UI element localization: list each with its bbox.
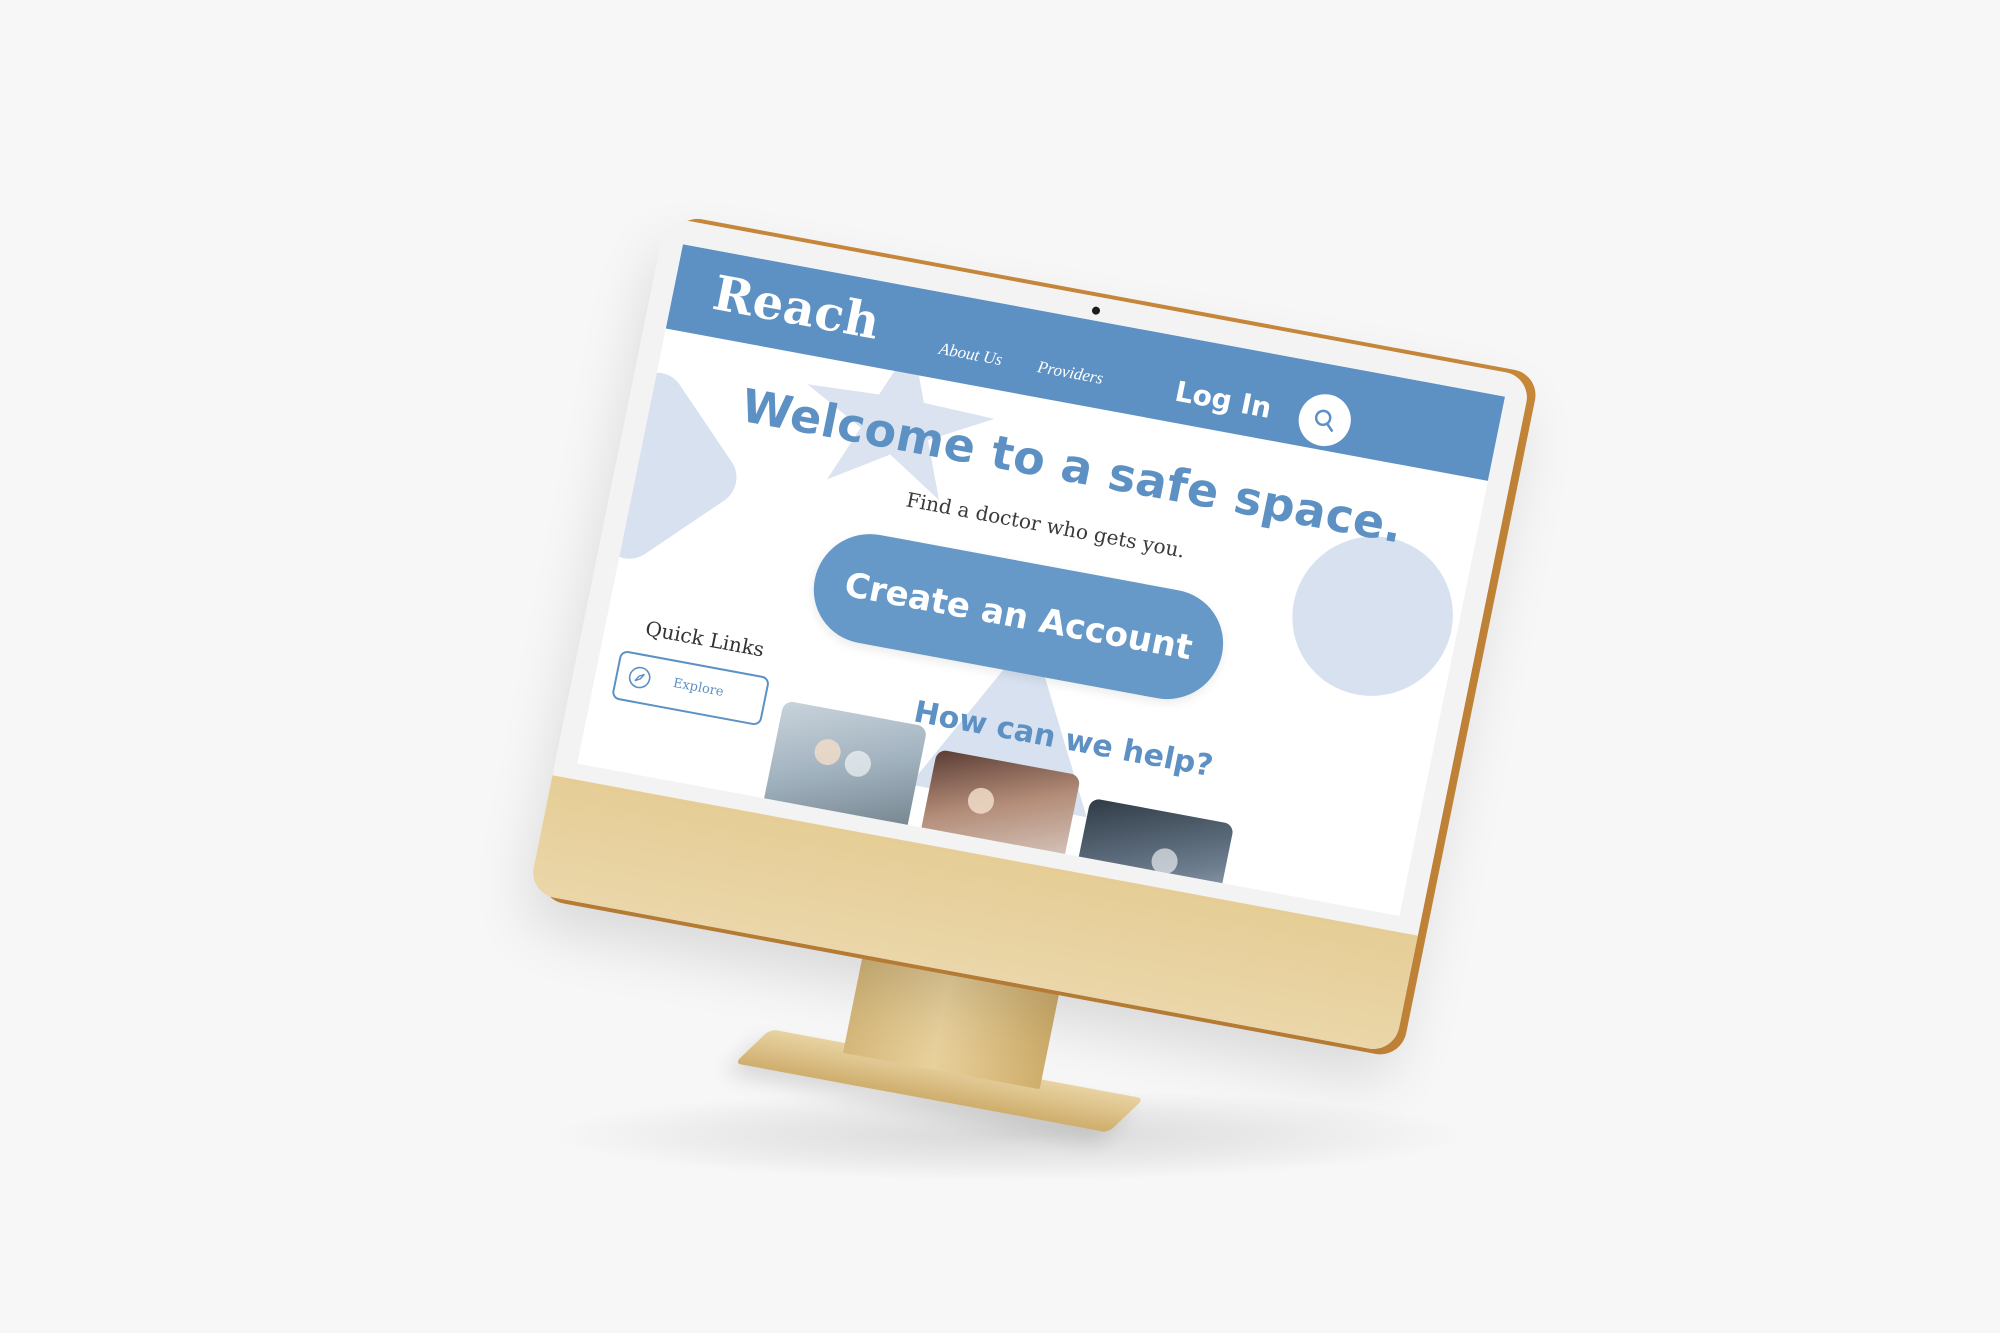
decor-circle-shape [1278, 523, 1468, 710]
search-button[interactable] [1293, 389, 1356, 451]
photo-person [842, 748, 874, 779]
monitor-body: Reach About Us Providers Log In Welcome … [528, 216, 1532, 1054]
photo-person [812, 736, 843, 768]
search-icon [1314, 409, 1334, 432]
quick-link-label: Explore [671, 675, 725, 700]
quick-link-explore[interactable]: Explore [610, 649, 771, 727]
photo-person [965, 785, 997, 816]
monitor: Reach About Us Providers Log In Welcome … [528, 214, 1541, 1133]
nav-about-link[interactable]: About Us [937, 339, 1003, 370]
compass-icon [628, 666, 651, 689]
quick-links-title: Quick Links [643, 616, 767, 662]
login-button[interactable]: Log In [1172, 375, 1274, 425]
nav-providers-link[interactable]: Providers [1036, 357, 1105, 389]
site-logo[interactable]: Reach [708, 265, 885, 351]
mockup-scene: Reach About Us Providers Log In Welcome … [0, 0, 2000, 1333]
